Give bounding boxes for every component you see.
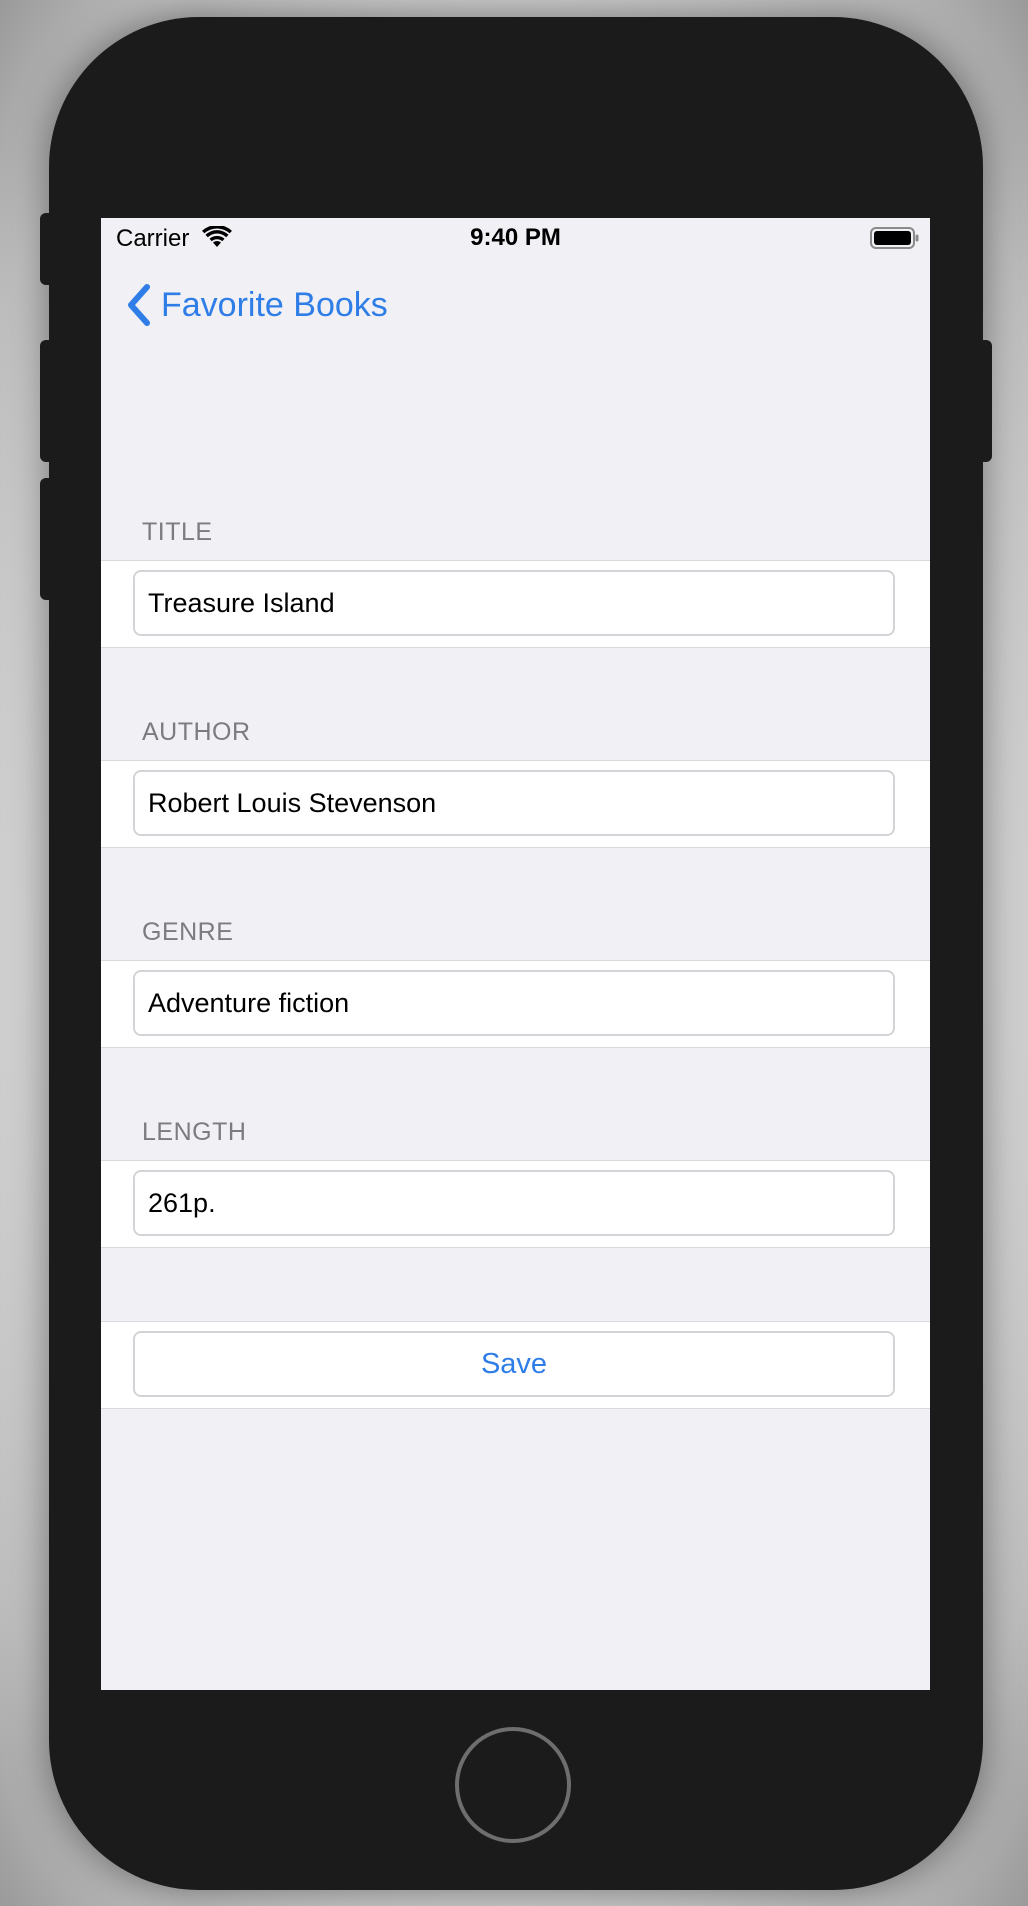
length-field[interactable]: 261p. bbox=[133, 1170, 895, 1236]
battery-icon bbox=[870, 227, 919, 249]
genre-cell: Adventure fiction bbox=[101, 960, 930, 1048]
section-header-author: AUTHOR bbox=[142, 718, 251, 746]
length-cell: 261p. bbox=[101, 1160, 930, 1248]
author-cell: Robert Louis Stevenson bbox=[101, 760, 930, 848]
section-header-title: TITLE bbox=[142, 518, 213, 546]
chevron-left-icon bbox=[128, 284, 150, 326]
side-button-volume-down bbox=[40, 478, 54, 600]
side-button-mute bbox=[40, 213, 54, 285]
side-button-volume-up bbox=[40, 340, 54, 462]
section-header-length: LENGTH bbox=[142, 1118, 247, 1146]
section-header-genre: GENRE bbox=[142, 918, 234, 946]
title-field[interactable]: Treasure Island bbox=[133, 570, 895, 636]
status-time: 9:40 PM bbox=[470, 224, 561, 251]
back-button[interactable]: Favorite Books bbox=[125, 280, 388, 330]
genre-field[interactable]: Adventure fiction bbox=[133, 970, 895, 1036]
back-button-label: Favorite Books bbox=[161, 285, 388, 324]
screen: Carrier 9:40 PM Favorite Books TITLE Tre… bbox=[101, 218, 930, 1690]
status-bar: Carrier 9:40 PM bbox=[101, 218, 930, 264]
home-button[interactable] bbox=[455, 1727, 571, 1843]
author-field[interactable]: Robert Louis Stevenson bbox=[133, 770, 895, 836]
save-button[interactable]: Save bbox=[133, 1331, 895, 1397]
title-cell: Treasure Island bbox=[101, 560, 930, 648]
side-button-power bbox=[978, 340, 992, 462]
save-cell: Save bbox=[101, 1321, 930, 1409]
